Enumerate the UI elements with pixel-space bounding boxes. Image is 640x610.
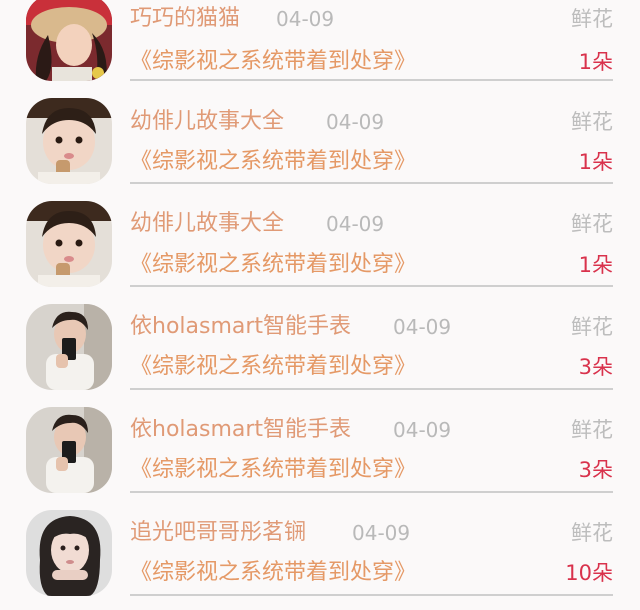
- book-title[interactable]: 《综影视之系统带着到处穿》: [130, 558, 416, 588]
- avatar[interactable]: [26, 201, 112, 287]
- gift-type: 鲜花: [571, 418, 613, 442]
- avatar[interactable]: [26, 98, 112, 184]
- gift-date: 04-09: [393, 418, 452, 442]
- woman-portrait-avatar-icon: [26, 510, 112, 596]
- book-title[interactable]: 《综影视之系统带着到处穿》: [130, 47, 416, 77]
- man-selfie-avatar-icon: [26, 407, 112, 493]
- gift-count: 1朵: [578, 150, 613, 174]
- gift-type: 鲜花: [571, 110, 613, 134]
- book-title[interactable]: 《综影视之系统带着到处穿》: [130, 352, 416, 382]
- sender-name[interactable]: 追光吧哥哥彤茗锎: [130, 519, 306, 547]
- list-item[interactable]: 幼俳儿故事大全 04-09 鲜花 《综影视之系统带着到处穿》 1朵: [0, 80, 640, 184]
- book-title[interactable]: 《综影视之系统带着到处穿》: [130, 455, 416, 485]
- gift-type: 鲜花: [571, 7, 613, 31]
- avatar[interactable]: [26, 304, 112, 390]
- gift-type: 鲜花: [571, 315, 613, 339]
- list-item[interactable]: 依holasmart智能手表 04-09 鲜花 《综影视之系统带着到处穿》 3朵: [0, 389, 640, 493]
- gift-date: 04-09: [352, 521, 411, 545]
- gift-date: 04-09: [276, 7, 335, 31]
- sender-name[interactable]: 依holasmart智能手表: [130, 313, 351, 341]
- sender-name[interactable]: 巧巧的猫猫: [130, 5, 240, 33]
- gift-count: 3朵: [578, 355, 613, 379]
- sender-name[interactable]: 幼俳儿故事大全: [130, 210, 284, 238]
- gift-date: 04-09: [326, 110, 385, 134]
- gift-count: 1朵: [578, 50, 613, 74]
- man-selfie-avatar-icon: [26, 304, 112, 390]
- book-title[interactable]: 《综影视之系统带着到处穿》: [130, 147, 416, 177]
- avatar[interactable]: [26, 510, 112, 596]
- gift-date: 04-09: [393, 315, 452, 339]
- gift-count: 10朵: [565, 561, 613, 585]
- avatar[interactable]: [26, 0, 112, 81]
- list-item[interactable]: 幼俳儿故事大全 04-09 鲜花 《综影视之系统带着到处穿》 1朵: [0, 183, 640, 287]
- book-title[interactable]: 《综影视之系统带着到处穿》: [130, 250, 416, 280]
- gift-date: 04-09: [326, 212, 385, 236]
- girl-with-hat-avatar-icon: [26, 0, 112, 81]
- divider: [130, 594, 613, 596]
- sender-name[interactable]: 依holasmart智能手表: [130, 416, 351, 444]
- list-item[interactable]: 追光吧哥哥彤茗锎 04-09 鲜花 《综影视之系统带着到处穿》 10朵: [0, 492, 640, 596]
- child-avatar-icon: [26, 201, 112, 287]
- gift-type: 鲜花: [571, 521, 613, 545]
- avatar[interactable]: [26, 407, 112, 493]
- list-item[interactable]: 巧巧的猫猫 04-09 鲜花 《综影视之系统带着到处穿》 1朵: [0, 0, 640, 81]
- child-avatar-icon: [26, 98, 112, 184]
- list-item[interactable]: 依holasmart智能手表 04-09 鲜花 《综影视之系统带着到处穿》 3朵: [0, 286, 640, 390]
- gift-count: 3朵: [578, 458, 613, 482]
- gift-type: 鲜花: [571, 212, 613, 236]
- sender-name[interactable]: 幼俳儿故事大全: [130, 108, 284, 136]
- gift-count: 1朵: [578, 253, 613, 277]
